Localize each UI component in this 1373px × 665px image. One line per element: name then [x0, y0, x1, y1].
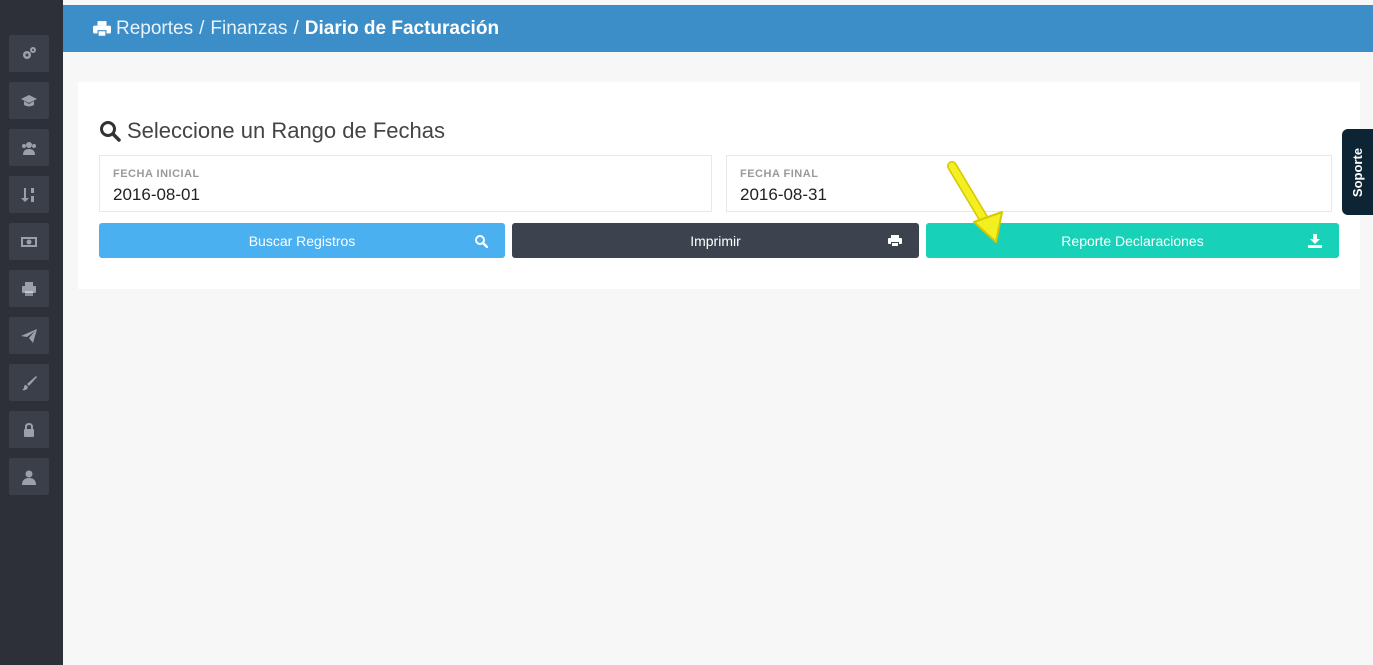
- end-date-value[interactable]: 2016-08-31: [740, 185, 827, 205]
- declarations-report-label: Reporte Declaraciones: [1061, 232, 1204, 249]
- lock-icon: [24, 422, 34, 437]
- sidebar: [0, 0, 63, 665]
- start-date-field[interactable]: FECHA INICIAL 2016-08-01: [99, 155, 712, 212]
- support-label: Soporte: [1350, 147, 1365, 197]
- sort-numeric-icon: [21, 187, 34, 202]
- search-icon: [475, 235, 488, 248]
- user-icon: [22, 470, 36, 485]
- page-title: Diario de Facturación: [304, 17, 500, 39]
- date-range-card: Seleccione un Rango de Fechas FECHA INIC…: [78, 82, 1360, 289]
- sidebar-item-sort[interactable]: [9, 176, 49, 213]
- sidebar-item-settings[interactable]: [9, 35, 49, 72]
- sidebar-item-send[interactable]: [9, 317, 49, 354]
- start-date-label: FECHA INICIAL: [113, 168, 200, 180]
- download-icon: [1308, 234, 1322, 248]
- paper-plane-icon: [21, 328, 37, 343]
- search-records-label: Buscar Registros: [248, 232, 356, 249]
- support-tab[interactable]: Soporte: [1342, 129, 1373, 215]
- end-date-field[interactable]: FECHA FINAL 2016-08-31: [726, 155, 1332, 212]
- breadcrumb-reportes[interactable]: Reportes: [116, 18, 193, 40]
- sidebar-item-design[interactable]: [9, 364, 49, 401]
- paint-brush-icon: [22, 375, 37, 390]
- print-button[interactable]: Imprimir: [512, 223, 919, 258]
- print-icon: [888, 235, 902, 247]
- start-date-value[interactable]: 2016-08-01: [113, 185, 200, 205]
- sidebar-item-security[interactable]: [9, 411, 49, 448]
- breadcrumb-finanzas[interactable]: Finanzas: [210, 18, 287, 40]
- annotation-arrow: [947, 161, 1003, 243]
- sidebar-item-users[interactable]: [9, 129, 49, 166]
- sidebar-item-finance[interactable]: [9, 223, 49, 260]
- users-icon: [22, 141, 36, 155]
- print-icon: [93, 20, 111, 37]
- end-date-label: FECHA FINAL: [740, 168, 819, 180]
- search-records-button[interactable]: Buscar Registros: [99, 223, 505, 258]
- card-title-text: Seleccione un Rango de Fechas: [127, 118, 445, 143]
- sidebar-item-print[interactable]: [9, 270, 49, 307]
- card-title: Seleccione un Rango de Fechas: [99, 118, 445, 144]
- sidebar-item-academic[interactable]: [9, 82, 49, 119]
- graduation-cap-icon: [21, 94, 37, 106]
- money-icon: [21, 236, 37, 247]
- search-icon: [100, 121, 121, 142]
- sidebar-item-profile[interactable]: [9, 458, 49, 495]
- gears-icon: [23, 46, 36, 59]
- breadcrumb-separator: /: [293, 17, 299, 39]
- print-label: Imprimir: [690, 232, 741, 249]
- print-icon: [22, 281, 36, 296]
- header-bar: Reportes / Finanzas / Diario de Facturac…: [63, 5, 1373, 52]
- breadcrumb-separator: /: [199, 17, 205, 39]
